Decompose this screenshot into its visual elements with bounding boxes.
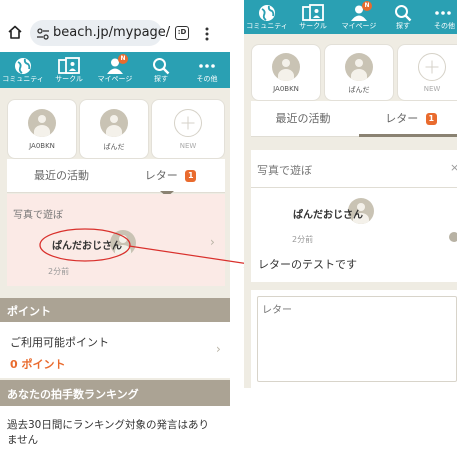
browser-toolbar: beach.jp/mypage/ :D: [0, 0, 230, 52]
nav-more[interactable]: その他: [184, 52, 230, 88]
letter-count-badge: 1: [185, 170, 197, 182]
nav-mypage[interactable]: N マイページ: [92, 52, 138, 88]
thread-title: 写真で遊ぼ: [13, 210, 63, 221]
nav-search[interactable]: 探す: [138, 52, 184, 88]
avatar: [272, 53, 300, 81]
url-bar[interactable]: beach.jp/mypage/: [30, 20, 170, 46]
new-friend-card[interactable]: NEW: [397, 44, 457, 101]
new-label: NEW: [179, 142, 197, 150]
home-icon[interactable]: [7, 24, 23, 40]
notification-badge: N: [118, 54, 128, 64]
friend-card[interactable]: JA0BKN: [251, 44, 321, 101]
friend-card[interactable]: ぱんだ: [79, 99, 149, 159]
url-text[interactable]: beach.jp/mypage/: [53, 25, 170, 40]
section-title: ポイント: [7, 305, 51, 318]
nav-label: コミュニティ: [246, 22, 288, 30]
letter-count-badge: 1: [425, 113, 437, 125]
nav-mypage[interactable]: N マイページ: [336, 0, 382, 34]
left-pane: beach.jp/mypage/ :D コミュニティ サークル N マイページ: [0, 0, 230, 470]
tab-recent-activity[interactable]: 最近の活動: [7, 159, 116, 193]
nav-community[interactable]: コミュニティ: [0, 52, 46, 88]
nav-search[interactable]: 探す: [382, 0, 424, 34]
points-value: 0 ポイント: [10, 358, 66, 371]
thread-title: 写真で遊ぼ: [257, 164, 312, 177]
active-tab-indicator: [359, 134, 457, 137]
globe-icon: [258, 4, 276, 22]
circle-icon: [302, 4, 324, 22]
nav-label: 探す: [396, 22, 410, 30]
more-icon: [434, 4, 452, 22]
nav-label: マイページ: [97, 75, 133, 83]
circle-icon: [58, 57, 80, 75]
thread-header: 写真で遊ぼ ×: [251, 150, 457, 188]
new-label: NEW: [423, 85, 441, 93]
ranking-empty-text: 過去30日間にランキング対象の発言はありません: [7, 419, 210, 446]
avatar: [345, 53, 373, 81]
plus-icon: [174, 109, 202, 137]
message-item: ぱんだおじさん 2分前 レターのテストです: [251, 188, 457, 282]
avatar: [100, 109, 128, 137]
right-pane: コミュニティ サークル N マイページ 探す その他 JA0BKN ぱんだ NE…: [244, 0, 457, 388]
friend-card[interactable]: ぱんだ: [324, 44, 394, 101]
more-icon: [198, 57, 216, 75]
nav-circle[interactable]: サークル: [290, 0, 336, 34]
section-title: あなたの拍手数ランキング: [7, 388, 139, 401]
app-nav-bar: コミュニティ サークル N マイページ 探す その他: [0, 52, 230, 88]
nav-label: コミュニティ: [2, 75, 44, 83]
friend-name: ぱんだ: [103, 143, 125, 151]
new-friend-card[interactable]: NEW: [151, 99, 225, 159]
tab-label: レター: [385, 112, 419, 125]
tab-recent-activity[interactable]: 最近の活動: [251, 101, 355, 137]
close-icon[interactable]: ×: [450, 161, 457, 174]
globe-icon: [14, 57, 32, 75]
search-icon: [152, 57, 170, 75]
read-check-icon: [449, 232, 457, 242]
person-icon: N: [106, 54, 128, 75]
points-header: ポイント: [0, 298, 230, 322]
friend-name: JA0BKN: [29, 142, 55, 150]
avatar: [28, 109, 56, 137]
tab-letter[interactable]: レター 1: [359, 101, 457, 137]
ranking-body: 過去30日間にランキング対象の発言はありません: [0, 406, 230, 470]
tab-label: 最近の活動: [275, 112, 331, 125]
kebab-menu-icon[interactable]: [204, 26, 210, 42]
points-row[interactable]: ご利用可能ポイント 0 ポイント ›: [0, 322, 230, 378]
person-icon: N: [350, 1, 372, 22]
tab-count-icon[interactable]: :D: [175, 26, 189, 40]
tab-bar: 最近の活動 レター 1: [251, 101, 457, 137]
tab-label: レター: [144, 169, 178, 182]
nav-circle[interactable]: サークル: [46, 52, 92, 88]
ranking-header: あなたの拍手数ランキング: [0, 380, 230, 406]
friend-name: JA0BKN: [273, 85, 299, 93]
search-icon: [394, 4, 412, 22]
nav-more[interactable]: その他: [428, 0, 457, 34]
plus-icon: [418, 53, 446, 81]
points-label: ご利用可能ポイント: [10, 336, 109, 349]
nav-label: サークル: [299, 22, 327, 30]
annotation-ellipse: [39, 228, 131, 262]
reply-textarea[interactable]: [257, 296, 457, 382]
message-body: レターのテストです: [258, 258, 357, 271]
friend-name: ぱんだ: [348, 86, 370, 94]
notification-badge: N: [362, 1, 372, 11]
nav-label: その他: [434, 22, 455, 30]
app-nav-bar: コミュニティ サークル N マイページ 探す その他: [244, 0, 457, 34]
nav-label: サークル: [55, 75, 83, 83]
tab-bar: 最近の活動 レター 1: [7, 159, 225, 197]
nav-label: マイページ: [341, 22, 377, 30]
nav-label: その他: [196, 75, 218, 83]
nav-community[interactable]: コミュニティ: [244, 0, 290, 34]
reply-box: [251, 290, 457, 388]
tab-letter[interactable]: レター 1: [116, 159, 225, 197]
tab-label: 最近の活動: [34, 169, 89, 182]
site-settings-icon[interactable]: [36, 26, 50, 40]
friend-card[interactable]: JA0BKN: [7, 99, 77, 159]
nav-label: 探す: [154, 75, 168, 83]
sender-name: ぱんだおじさん: [293, 210, 363, 221]
chevron-right-icon: ›: [216, 342, 221, 356]
message-time: 2分前: [292, 235, 314, 244]
annotation-arrow: [128, 245, 257, 269]
letter-time: 2分前: [48, 267, 70, 276]
